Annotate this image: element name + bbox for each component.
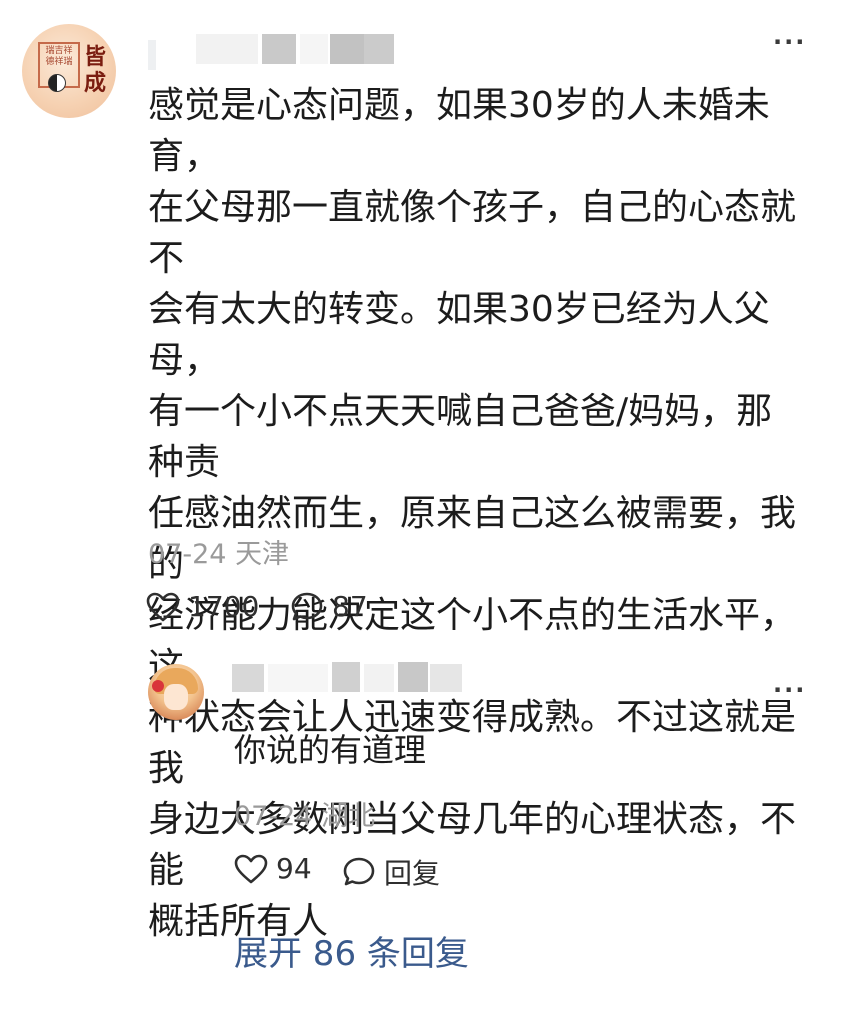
reply-meta: 07-24 湖北 bbox=[234, 794, 375, 833]
comment-location: 天津 bbox=[235, 539, 290, 570]
more-options-icon[interactable]: ··· bbox=[773, 28, 806, 56]
expand-replies-link[interactable]: 展开 86 条回复 bbox=[234, 926, 469, 975]
reply-location: 湖北 bbox=[321, 801, 376, 832]
reply-date: 07-24 bbox=[234, 801, 313, 832]
like-count: 1700 bbox=[188, 590, 260, 623]
reply-like-button[interactable]: 94 bbox=[234, 852, 312, 885]
yin-yang-icon bbox=[48, 74, 66, 92]
reply-like-count: 94 bbox=[276, 852, 312, 885]
speech-bubble-icon bbox=[291, 592, 323, 620]
avatar-calligraphy-art: 皆成 bbox=[84, 44, 107, 96]
commenter-avatar[interactable]: 瑞吉祥 德祥瑞 皆成 bbox=[22, 24, 116, 118]
comment-meta: 07-24 天津 bbox=[148, 532, 289, 571]
heart-outline-icon bbox=[146, 592, 180, 621]
speech-bubble-icon bbox=[343, 857, 375, 886]
reply-text: 你说的有道理 bbox=[234, 731, 427, 769]
reply-button-label: 回复 bbox=[384, 857, 441, 890]
reply-more-options-icon[interactable]: ··· bbox=[773, 676, 806, 704]
comment-button[interactable]: 87 bbox=[290, 590, 368, 623]
comment-count: 87 bbox=[332, 590, 368, 623]
comment-date: 07-24 bbox=[148, 539, 227, 570]
reply-avatar[interactable] bbox=[148, 664, 204, 720]
heart-outline-icon bbox=[234, 854, 268, 883]
reply-button[interactable]: 回复 bbox=[342, 852, 440, 892]
like-button[interactable]: 1700 bbox=[146, 590, 259, 623]
